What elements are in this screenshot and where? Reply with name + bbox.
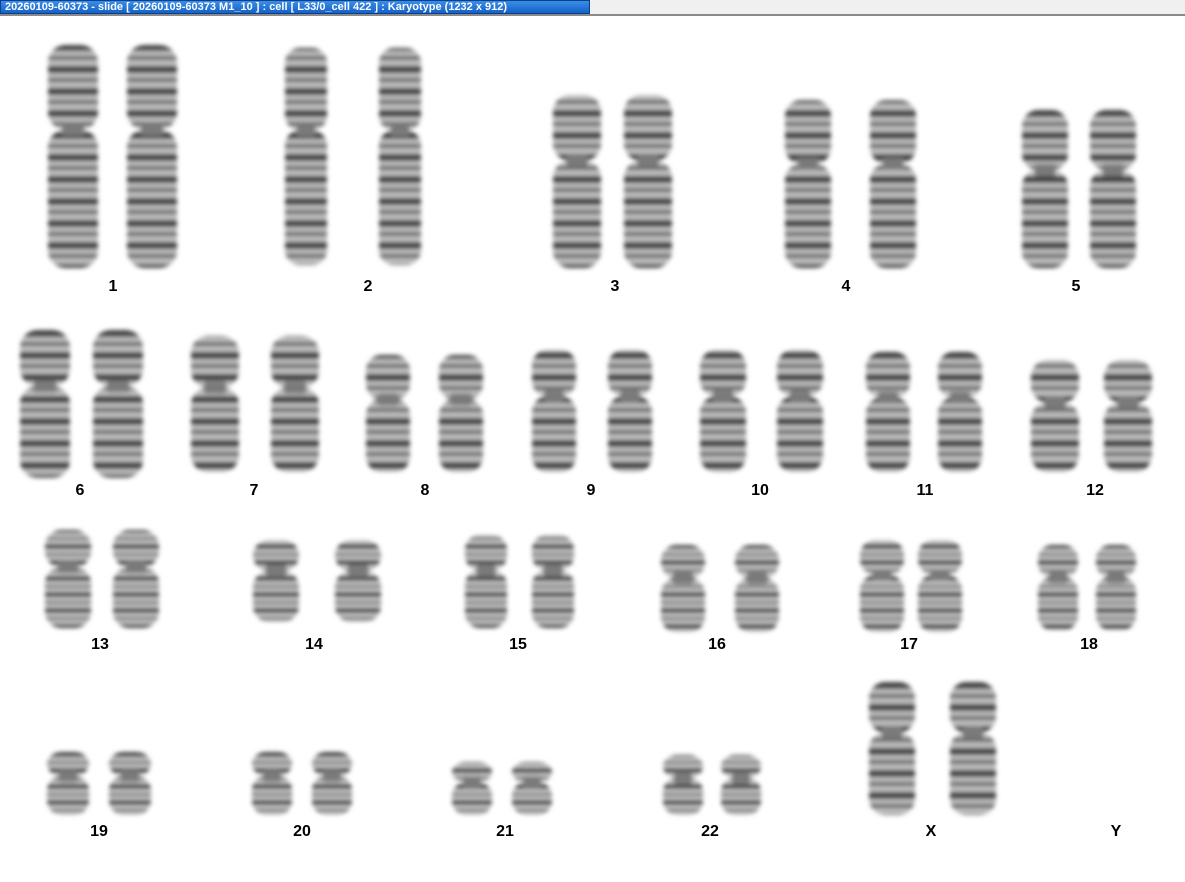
chromosome-10-a bbox=[700, 350, 746, 472]
chromosome-label-2: 2 bbox=[363, 278, 373, 295]
chromosome-label-14: 14 bbox=[305, 636, 323, 653]
chromosome-12-b bbox=[1104, 360, 1152, 472]
chromosome-14-b bbox=[335, 540, 381, 622]
chromosome-7-a bbox=[191, 336, 239, 472]
chromosome-6-a bbox=[20, 330, 70, 478]
chromosome-label-18: 18 bbox=[1080, 636, 1098, 653]
chromosome-label-22: 22 bbox=[701, 823, 719, 840]
chromosome-20-a bbox=[252, 752, 292, 815]
chromosome-label-19: 19 bbox=[90, 823, 108, 840]
chromosome-label-20: 20 bbox=[293, 823, 311, 840]
chromosome-13-b bbox=[113, 530, 159, 628]
chromosome-10-b bbox=[777, 350, 823, 472]
chromosome-label-17: 17 bbox=[900, 636, 918, 653]
chromosome-label-21: 21 bbox=[496, 823, 514, 840]
chromosome-4-a bbox=[785, 100, 831, 268]
chromosome-15-a bbox=[465, 535, 507, 628]
chromosome-3-b bbox=[624, 95, 672, 268]
chromosome-21-b bbox=[512, 762, 552, 815]
chromosome-21-a bbox=[452, 762, 492, 815]
chromosome-12-a bbox=[1031, 360, 1079, 472]
chromosome-11-a bbox=[866, 352, 910, 472]
chromosome-11-b bbox=[938, 352, 982, 472]
chromosome-19-a bbox=[47, 752, 89, 815]
chromosome-label-x: X bbox=[925, 823, 937, 840]
chromosome-X-b bbox=[950, 682, 996, 815]
chromosome-18-a bbox=[1038, 545, 1078, 630]
chromosome-8-a bbox=[366, 355, 410, 472]
chromosome-15-b bbox=[532, 535, 574, 628]
chromosome-label-7: 7 bbox=[249, 482, 259, 499]
chromosome-9-a bbox=[532, 350, 576, 472]
chromosome-1-b bbox=[127, 45, 177, 268]
chromosome-9-b bbox=[608, 350, 652, 472]
chromosome-label-10: 10 bbox=[751, 482, 769, 499]
chromosome-20-b bbox=[312, 752, 352, 815]
chromosome-17-b bbox=[918, 540, 962, 632]
chromosome-3-a bbox=[553, 95, 601, 268]
chromosome-8-b bbox=[439, 355, 483, 472]
chromosome-label-16: 16 bbox=[708, 636, 726, 653]
chromosome-19-b bbox=[109, 752, 151, 815]
chromosome-5-b bbox=[1090, 110, 1136, 268]
chromosome-label-11: 11 bbox=[916, 482, 934, 499]
karyotype-image bbox=[20, 45, 1152, 815]
chromosome-5-a bbox=[1022, 110, 1068, 268]
chromosome-6-b bbox=[93, 330, 143, 478]
chromosome-label-15: 15 bbox=[509, 636, 527, 653]
chromosome-14-a bbox=[253, 540, 299, 622]
chromosome-7-b bbox=[271, 336, 319, 472]
chromosome-label-6: 6 bbox=[75, 482, 85, 499]
chromosome-4-b bbox=[870, 100, 916, 268]
chromosome-16-a bbox=[661, 545, 705, 632]
chromosome-label-5: 5 bbox=[1071, 278, 1081, 295]
chromosome-1-a bbox=[48, 45, 98, 268]
chromosome-label-13: 13 bbox=[91, 636, 109, 653]
chromosome-22-b bbox=[721, 755, 761, 815]
chromosome-17-a bbox=[860, 540, 904, 632]
chromosome-18-b bbox=[1096, 545, 1136, 630]
chromosome-label-9: 9 bbox=[586, 482, 596, 499]
chromosome-label-1: 1 bbox=[108, 278, 118, 295]
chromosome-label-y: Y bbox=[1110, 823, 1122, 840]
chromosome-label-3: 3 bbox=[610, 278, 620, 295]
chromosome-13-a bbox=[45, 530, 91, 628]
chromosome-22-a bbox=[663, 755, 703, 815]
chromosome-label-12: 12 bbox=[1086, 482, 1104, 499]
chromosome-2-b bbox=[379, 48, 421, 265]
chromosome-2-a bbox=[285, 48, 327, 265]
chromosome-label-8: 8 bbox=[420, 482, 430, 499]
chromosome-label-4: 4 bbox=[841, 278, 851, 295]
chromosome-16-b bbox=[735, 545, 779, 632]
chromosome-X-a bbox=[869, 682, 915, 815]
